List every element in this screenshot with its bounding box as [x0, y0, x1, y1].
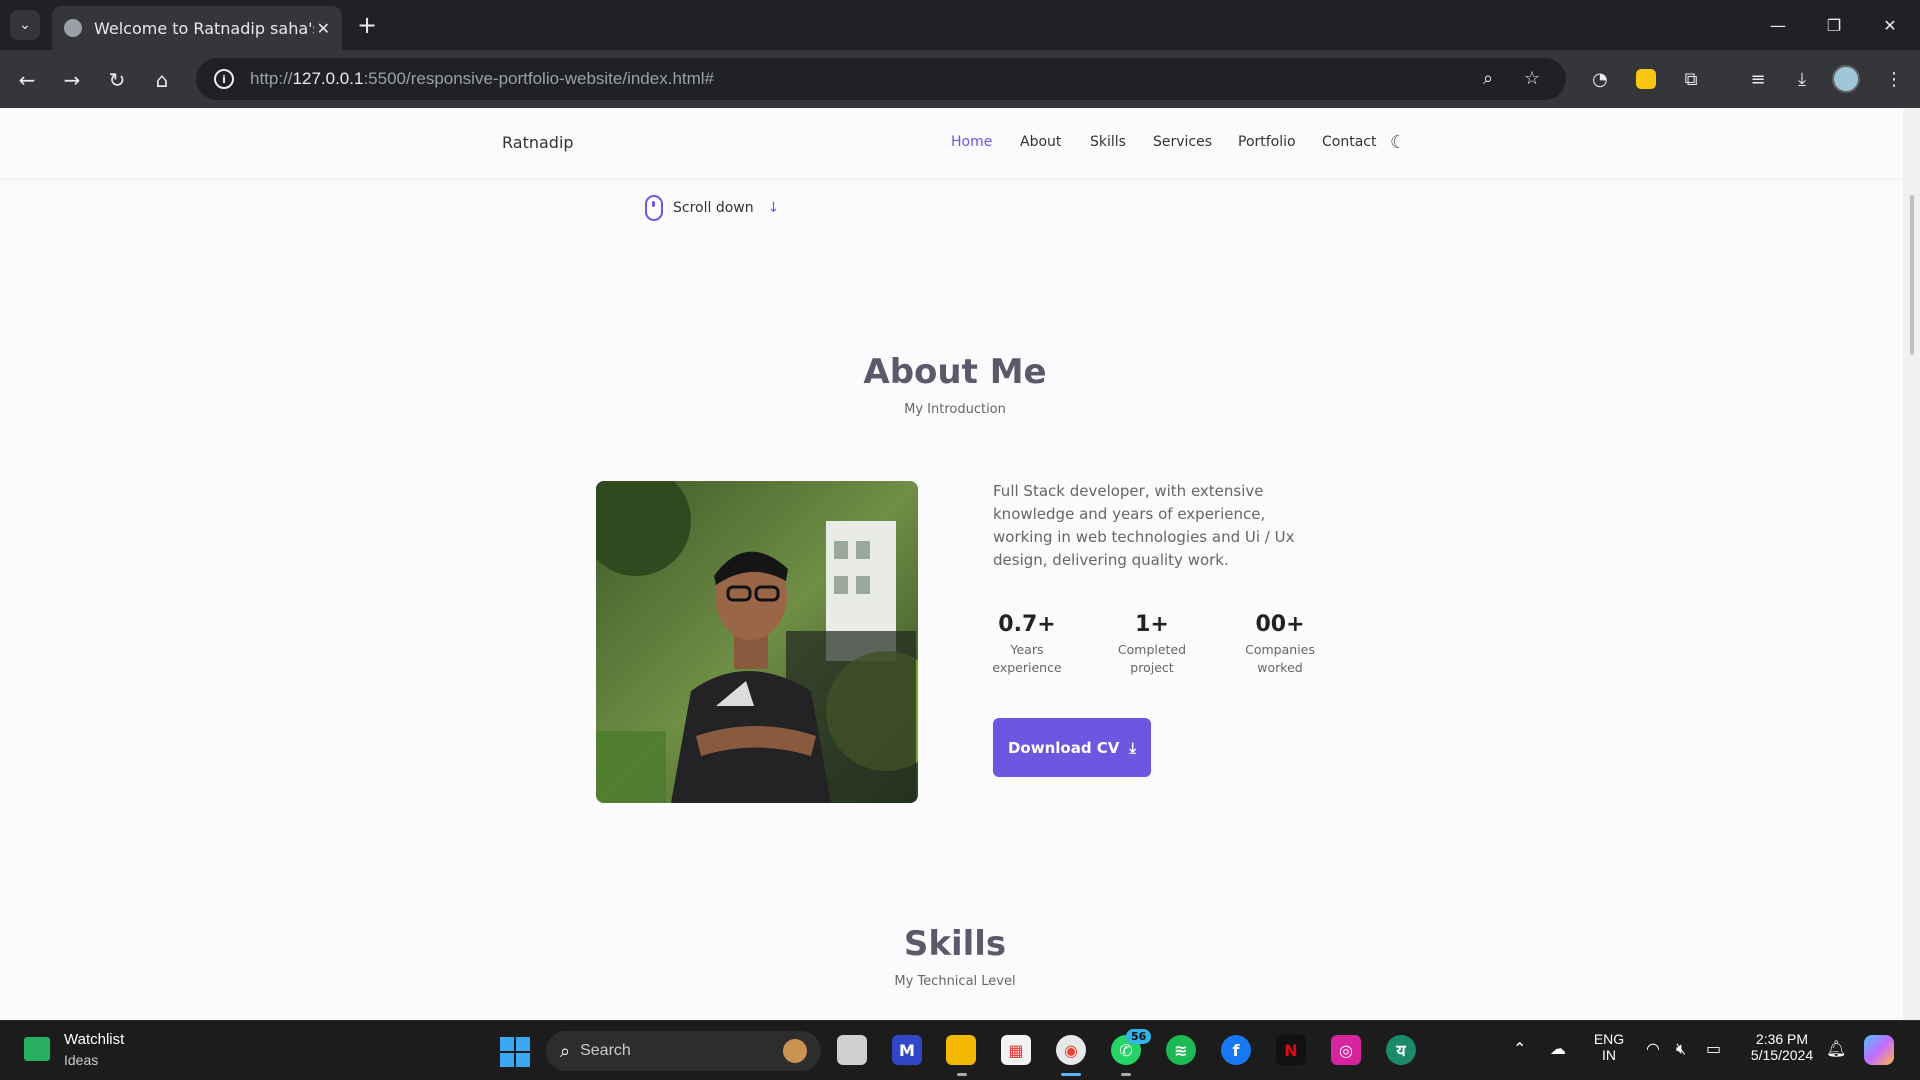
performance-icon[interactable]: ◔ — [1586, 65, 1614, 93]
portrait-image — [596, 481, 918, 803]
arrow-down-icon: ↓ — [767, 200, 780, 216]
extension-yellow-icon[interactable] — [1636, 69, 1656, 89]
plus-icon[interactable]: + — [352, 10, 382, 40]
chrome-indicator — [1061, 1073, 1081, 1076]
skills-subtitle: My Technical Level — [894, 974, 1016, 989]
nav-portfolio[interactable]: Portfolio — [1238, 134, 1296, 150]
stat-label: Years experience — [992, 642, 1062, 675]
explorer-indicator — [957, 1073, 967, 1076]
notification-bell-icon[interactable]: 🔔︎ — [1826, 1039, 1846, 1058]
download-icon: ⤓ — [1129, 738, 1137, 757]
copilot-icon[interactable] — [1864, 1035, 1894, 1065]
nav-contact[interactable]: Contact — [1322, 134, 1376, 150]
download-cv-label: Download CV — [1007, 738, 1120, 757]
profile-avatar[interactable] — [1832, 65, 1860, 93]
url-text[interactable]: http://127.0.0.1:5500/responsive-portfol… — [250, 69, 714, 89]
star-icon[interactable]: ☆ — [1524, 68, 1540, 89]
reload-icon[interactable]: ↻ — [100, 63, 134, 97]
zoom-icon[interactable]: ⌕ — [1483, 68, 1493, 89]
scroll-down-label: Scroll down — [673, 200, 754, 216]
browser-tab[interactable]: Welcome to Ratnadip saha's po ✕ — [52, 6, 342, 50]
facebook-icon[interactable]: f — [1221, 1035, 1251, 1065]
spotify-icon[interactable]: ≋ — [1166, 1035, 1196, 1065]
wifi-icon[interactable]: ◠ — [1646, 1039, 1660, 1058]
search-icon: ⌕ — [560, 1040, 571, 1062]
stat-number: 00+ — [1255, 612, 1305, 637]
cookie-icon — [783, 1039, 807, 1063]
forward-icon[interactable]: → — [55, 63, 89, 97]
battery-icon[interactable]: ▭ — [1706, 1039, 1721, 1058]
about-subtitle: My Introduction — [904, 402, 1006, 417]
about-title: About Me — [863, 352, 1047, 392]
chevron-up-icon[interactable]: ⌃ — [1513, 1039, 1526, 1058]
nav-services[interactable]: Services — [1153, 134, 1212, 150]
tab-list-icon[interactable]: ⌄ — [10, 10, 40, 40]
search-label: Search — [580, 1042, 631, 1059]
tab-title: Welcome to Ratnadip saha's po — [94, 18, 314, 38]
language-indicator[interactable]: ENG IN — [1592, 1031, 1626, 1063]
globe-icon — [64, 19, 82, 37]
site-logo[interactable]: Ratnadip — [502, 133, 574, 152]
moon-icon[interactable]: ☾ — [1390, 132, 1406, 153]
about-photo — [596, 481, 918, 803]
stat-companies: 00+ Companies worked — [1225, 612, 1335, 677]
scrollbar-thumb[interactable] — [1910, 195, 1914, 355]
mouse-icon — [645, 195, 663, 221]
task-view-icon[interactable] — [837, 1035, 867, 1065]
back-icon[interactable]: ← — [10, 63, 44, 97]
home-icon[interactable]: ⌂ — [145, 63, 179, 97]
store-icon[interactable]: ▦ — [1001, 1035, 1031, 1065]
download-toolbar-icon[interactable]: ⤓ — [1788, 65, 1816, 93]
menu-icon[interactable]: ⋮ — [1880, 65, 1908, 93]
taskbar-search[interactable]: ⌕ Search — [546, 1031, 821, 1071]
clock[interactable]: 2:36 PM 5/15/2024 — [1742, 1031, 1822, 1063]
close-icon[interactable]: ✕ — [317, 19, 330, 38]
nav-home[interactable]: Home — [951, 134, 992, 150]
stat-label: Companies worked — [1245, 642, 1315, 675]
site-header: Ratnadip Home About Skills Services Port… — [0, 108, 1903, 178]
windows-taskbar: Watchlist Ideas ⌕ Search M ▦ ◉ ✆ 56 ≋ f … — [0, 1020, 1920, 1080]
onedrive-icon[interactable]: ☁ — [1550, 1039, 1566, 1058]
browser-toolbar: ← → ↻ ⌂ i http://127.0.0.1:5500/responsi… — [0, 50, 1920, 108]
media-icon[interactable]: ≡ — [1744, 65, 1772, 93]
address-bar[interactable]: i http://127.0.0.1:5500/responsive-portf… — [196, 58, 1566, 100]
instagram-icon[interactable]: ◎ — [1331, 1035, 1361, 1065]
watchlist-icon[interactable] — [24, 1037, 50, 1061]
app-m-icon[interactable]: M — [892, 1035, 922, 1065]
skills-title: Skills — [903, 924, 1007, 964]
netflix-icon[interactable]: N — [1276, 1035, 1306, 1065]
download-cv-button[interactable]: Download CV ⤓ — [993, 718, 1151, 777]
whatsapp-indicator — [1121, 1073, 1131, 1076]
app-green-icon[interactable]: य — [1386, 1035, 1416, 1065]
restore-icon[interactable]: ❐ — [1806, 0, 1862, 50]
widget-subtitle[interactable]: Ideas — [64, 1052, 98, 1068]
about-description: Full Stack developer, with extensive kno… — [993, 482, 1295, 569]
windows-start-icon[interactable] — [500, 1037, 530, 1067]
file-explorer-icon[interactable] — [946, 1035, 976, 1065]
chrome-icon[interactable]: ◉ — [1056, 1035, 1086, 1065]
stat-label: Completed project — [1117, 642, 1187, 675]
extensions-icon[interactable]: ⧉ — [1677, 65, 1705, 93]
stat-number: 0.7+ — [998, 612, 1056, 637]
stat-number: 1+ — [1135, 612, 1169, 637]
scroll-down-link[interactable]: Scroll down ↓ — [645, 195, 779, 221]
info-icon[interactable]: i — [214, 69, 234, 89]
nav-about[interactable]: About — [1020, 134, 1061, 150]
minimize-icon[interactable]: — — [1750, 0, 1806, 50]
volume-muted-icon[interactable]: 🔇︎ — [1676, 1039, 1686, 1059]
stat-projects: 1+ Completed project — [1097, 612, 1207, 677]
stat-years: 0.7+ Years experience — [972, 612, 1082, 677]
whatsapp-badge: 56 — [1126, 1029, 1152, 1044]
browser-tabbar: ⌄ Welcome to Ratnadip saha's po ✕ + — ❐ … — [0, 0, 1920, 50]
window-close-icon[interactable]: ✕ — [1862, 0, 1918, 50]
nav-skills[interactable]: Skills — [1090, 134, 1126, 150]
widget-title[interactable]: Watchlist — [64, 1031, 124, 1048]
